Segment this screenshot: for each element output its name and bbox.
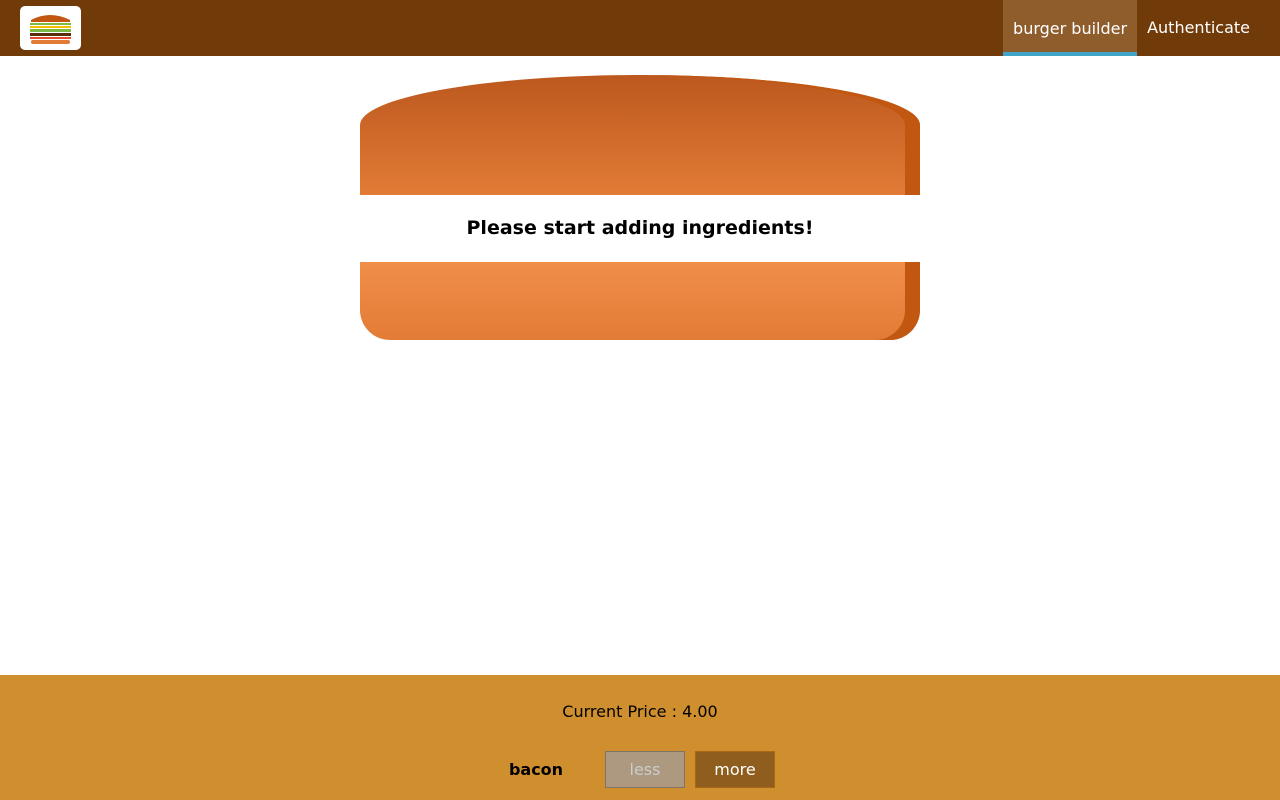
current-price: Current Price : 4.00 <box>562 702 718 721</box>
build-controls: Current Price : 4.00 bacon less more <box>0 675 1280 800</box>
bread-top <box>360 75 920 195</box>
burger: Please start adding ingredients! <box>360 75 920 340</box>
build-control-bacon: bacon less more <box>0 751 1280 788</box>
toolbar: burger builder Authenticate <box>0 0 1280 56</box>
logo[interactable] <box>20 6 81 50</box>
less-button[interactable]: less <box>605 751 685 788</box>
burger-logo-icon <box>30 15 71 44</box>
main-nav: burger builder Authenticate <box>1003 0 1260 56</box>
ingredient-label: bacon <box>508 760 564 779</box>
nav-item-authenticate[interactable]: Authenticate <box>1137 0 1260 56</box>
more-button[interactable]: more <box>695 751 775 788</box>
bread-bottom <box>360 262 920 340</box>
empty-burger-message: Please start adding ingredients! <box>360 195 920 262</box>
nav-item-burger-builder[interactable]: burger builder <box>1003 0 1138 56</box>
